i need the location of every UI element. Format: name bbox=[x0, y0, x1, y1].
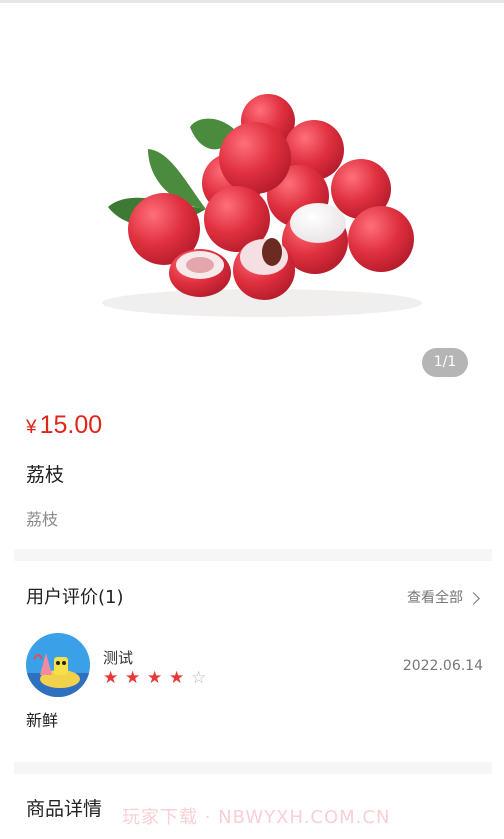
star-filled-icon: ★ bbox=[103, 668, 119, 688]
star-filled-icon: ★ bbox=[169, 668, 185, 688]
avatar[interactable] bbox=[26, 633, 90, 697]
review-date: 2022.06.14 bbox=[402, 658, 483, 674]
section-divider bbox=[14, 762, 492, 774]
product-details-title: 商品详情 bbox=[26, 798, 103, 820]
product-image-carousel[interactable]: 1/1 bbox=[0, 3, 504, 388]
star-empty-icon: ☆ bbox=[191, 668, 207, 688]
section-divider bbox=[14, 549, 492, 561]
product-price: ¥15.00 bbox=[26, 408, 102, 445]
image-pager: 1/1 bbox=[422, 348, 468, 377]
product-description: 荔枝 bbox=[26, 510, 59, 529]
star-filled-icon: ★ bbox=[147, 668, 163, 688]
view-all-reviews-link[interactable]: 查看全部 bbox=[407, 587, 480, 609]
reviews-title: 用户评价(1) bbox=[26, 587, 124, 608]
lychee-product-image bbox=[102, 94, 422, 317]
currency-symbol: ¥ bbox=[26, 417, 37, 438]
price-value: 15.00 bbox=[39, 411, 103, 439]
reviewer-name: 测试 bbox=[103, 649, 134, 667]
product-name: 荔枝 bbox=[26, 464, 65, 486]
chevron-right-icon bbox=[467, 591, 480, 605]
avatar-image bbox=[26, 633, 90, 697]
view-all-label: 查看全部 bbox=[407, 590, 463, 606]
review-comment: 新鲜 bbox=[26, 711, 59, 730]
star-filled-icon: ★ bbox=[125, 668, 141, 688]
rating-stars: ★ ★ ★ ★ ☆ bbox=[103, 670, 209, 687]
watermark: 玩家下载 · NBWYXH.COM.CN bbox=[122, 807, 391, 828]
